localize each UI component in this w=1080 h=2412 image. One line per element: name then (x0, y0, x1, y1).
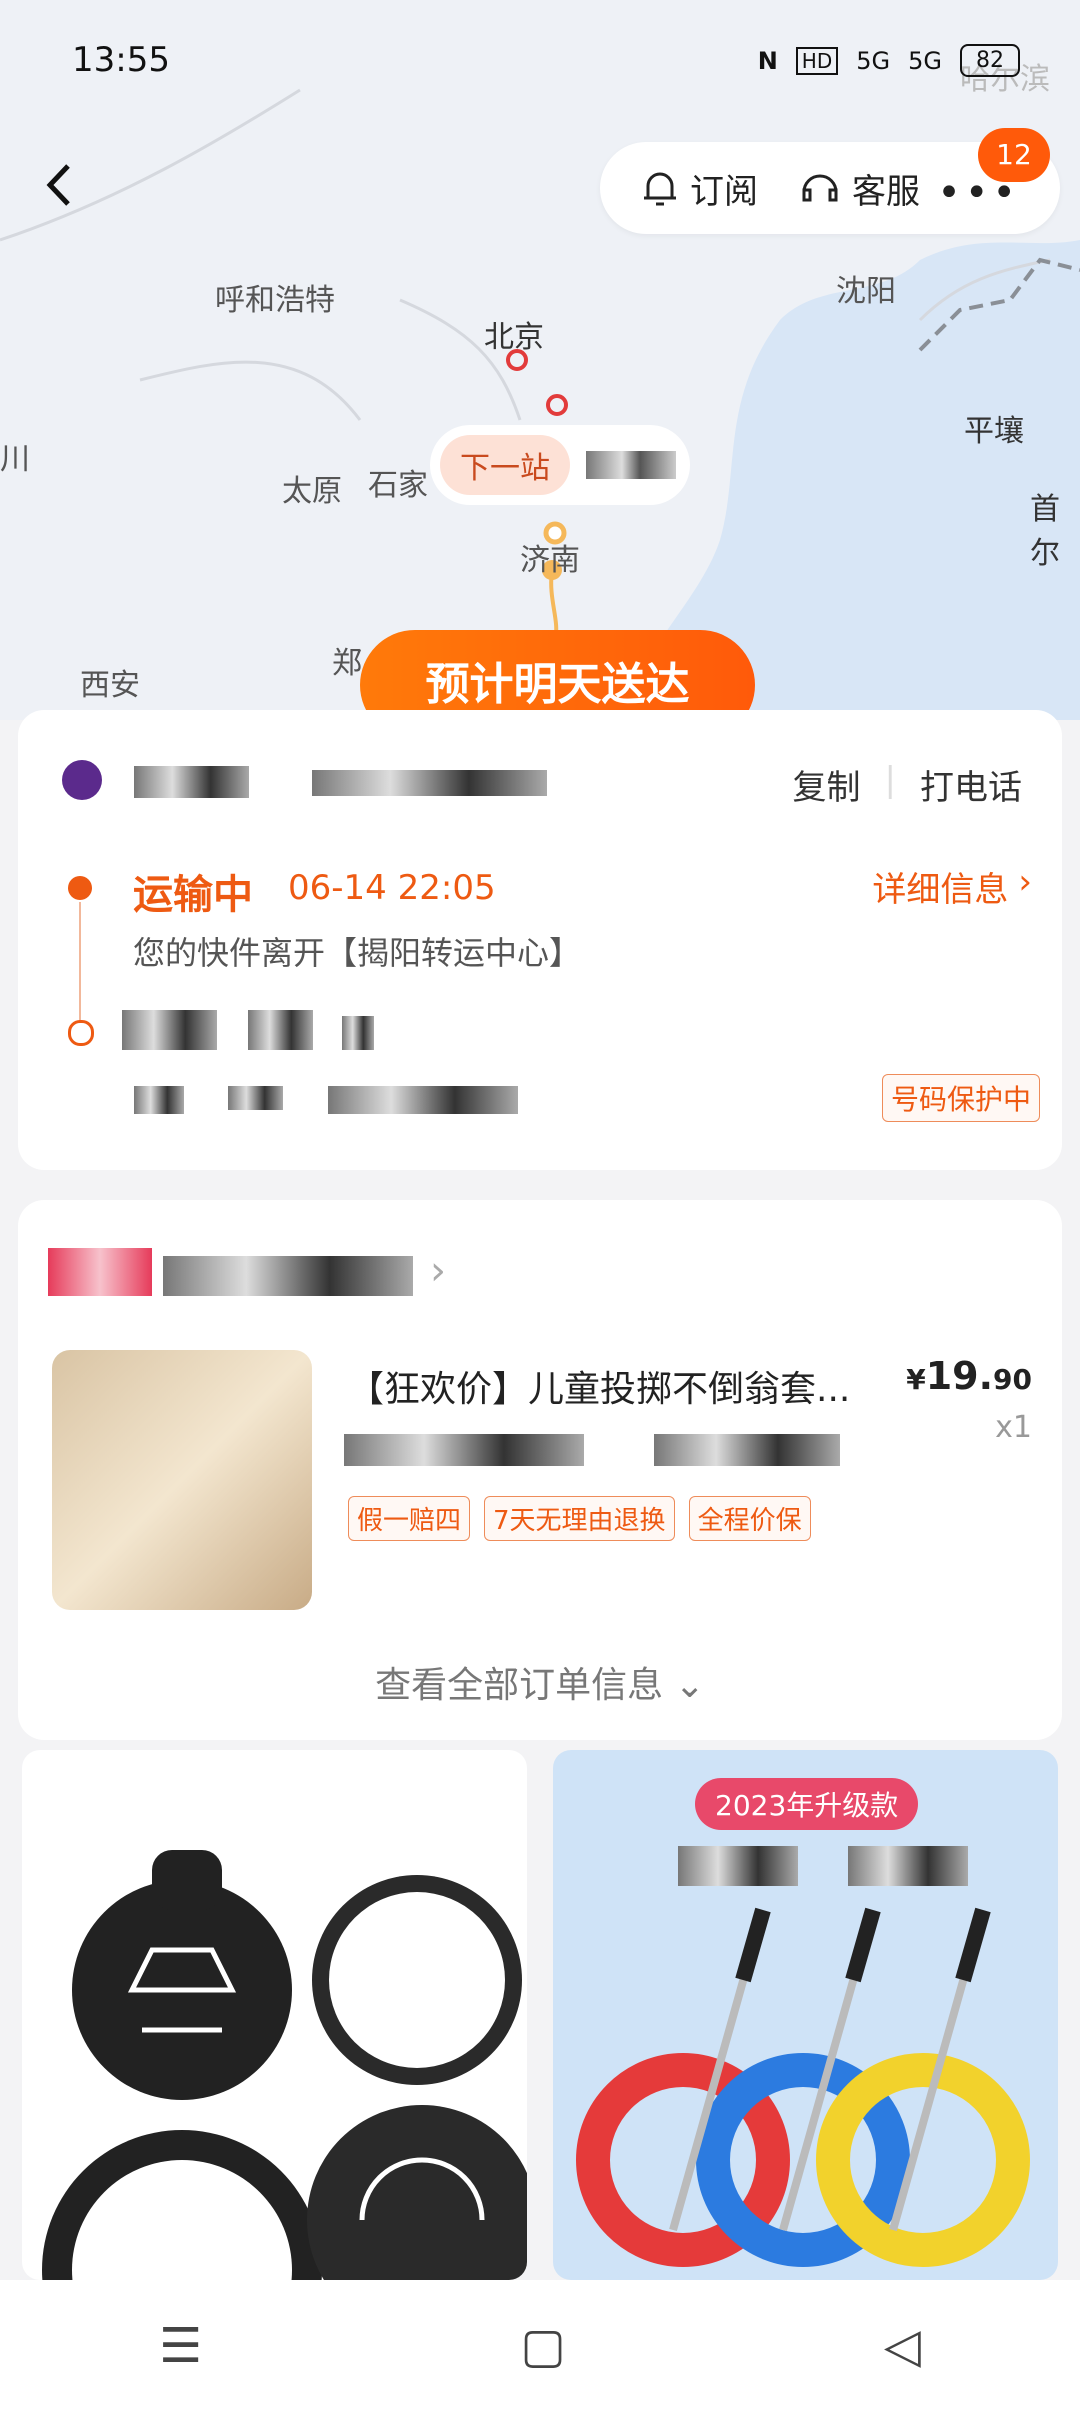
city-label: 沈阳 (836, 274, 896, 309)
city-label: 首尔 (1030, 492, 1060, 571)
subscribe-label: 订阅 (690, 171, 758, 212)
home-nav-icon[interactable]: ▢ (520, 2318, 565, 2374)
quantity: x1 (995, 1410, 1032, 1445)
city-label: 呼和浩特 (215, 283, 335, 318)
redacted-text (586, 451, 676, 479)
menu-nav-icon[interactable]: ☰ (159, 2318, 202, 2374)
notification-badge: 12 (978, 128, 1050, 182)
hd-icon: HD (795, 46, 839, 75)
view-all-orders[interactable]: 查看全部订单信息 ⌄ (18, 1656, 1062, 1708)
redacted-text (122, 1010, 217, 1050)
privacy-badge: 号码保护中 (881, 1074, 1040, 1122)
tracking-card: 复制 | 打电话 运输中 06-14 22:05 详细信息 › 您的快件离开【揭… (18, 710, 1062, 1170)
recommendation-card-left[interactable] (22, 1750, 527, 2280)
signal-5g-icon: 5G (856, 46, 891, 75)
redacted-text (248, 1010, 313, 1050)
system-nav-bar: ☰ ▢ ◁ (0, 2280, 1080, 2412)
redacted-text (848, 1846, 968, 1886)
redacted-text (344, 1434, 584, 1466)
city-label: 北京 (484, 320, 544, 355)
timeline-dot (68, 1020, 94, 1046)
city-label: 西安 (80, 668, 140, 703)
nfc-icon: N (757, 46, 778, 75)
timeline-line (79, 902, 81, 1022)
chevron-down-icon: ⌄ (674, 1665, 705, 1706)
battery-icon: 82 (960, 44, 1020, 77)
redacted-text (654, 1434, 840, 1466)
order-tag: 全程价保 (688, 1496, 811, 1541)
back-nav-icon[interactable]: ◁ (884, 2318, 921, 2374)
product-title[interactable]: 【狂欢价】儿童投掷不倒翁套... (348, 1360, 908, 1412)
status-bar: 13:55 N HD 5G 5G 82 (0, 0, 1080, 120)
redacted-text (678, 1846, 798, 1886)
redacted-text (134, 766, 249, 798)
courier-logo (62, 760, 102, 800)
order-card: › 【狂欢价】儿童投掷不倒翁套... ¥19.90 x1 假一赔四 7天无理由退… (18, 1200, 1062, 1740)
status-icons: N HD 5G 5G 82 (758, 44, 1020, 77)
headset-icon (802, 174, 838, 202)
shop-logo (48, 1248, 152, 1296)
next-stop-tag: 下一站 (440, 435, 570, 495)
chevron-right-icon: › (430, 1248, 446, 1294)
chevron-left-icon (46, 164, 70, 206)
redacted-text (228, 1086, 283, 1110)
redacted-text (342, 1016, 374, 1050)
city-label: 郑 (332, 646, 362, 681)
status-time: 06-14 22:05 (288, 868, 496, 908)
city-label: 太原 (282, 474, 342, 509)
bell-icon (644, 172, 676, 206)
product-image (42, 1850, 527, 2280)
customer-service-button[interactable]: 客服 (798, 164, 920, 213)
subscribe-button[interactable]: 订阅 (640, 164, 758, 213)
promo-banner: 2023年升级款 (695, 1778, 919, 1830)
redacted-text (312, 770, 547, 796)
city-label: 济南 (520, 543, 580, 578)
shop-name[interactable] (163, 1256, 413, 1296)
chevron-right-icon: › (1018, 862, 1032, 902)
status-message: 您的快件离开【揭阳转运中心】 (133, 934, 582, 972)
call-button[interactable]: 打电话 (920, 760, 1022, 809)
details-link[interactable]: 详细信息 › (872, 862, 1032, 911)
product-image[interactable] (52, 1350, 312, 1610)
city-label: 川 (0, 442, 30, 477)
next-stop-bubble: 下一站 (430, 425, 690, 505)
status-dot (68, 876, 92, 900)
status-time: 13:55 (72, 40, 170, 80)
service-label: 客服 (852, 171, 920, 212)
signal-5g-icon-2: 5G (908, 46, 942, 75)
city-label: 平壤 (964, 414, 1024, 449)
product-image (576, 1907, 1030, 2267)
city-label: 石家 (368, 468, 428, 503)
details-label: 详细信息 (872, 870, 1009, 910)
product-price: ¥19.90 (906, 1354, 1032, 1398)
order-tag: 假一赔四 (348, 1496, 471, 1541)
recommendation-card-right[interactable]: 2023年升级款 (553, 1750, 1058, 2280)
copy-button[interactable]: 复制 (793, 760, 861, 809)
redacted-text (134, 1086, 184, 1114)
back-button[interactable] (40, 160, 90, 210)
order-tag: 7天无理由退换 (484, 1496, 675, 1541)
redacted-text (328, 1086, 518, 1114)
shipping-status: 运输中 (133, 872, 253, 918)
